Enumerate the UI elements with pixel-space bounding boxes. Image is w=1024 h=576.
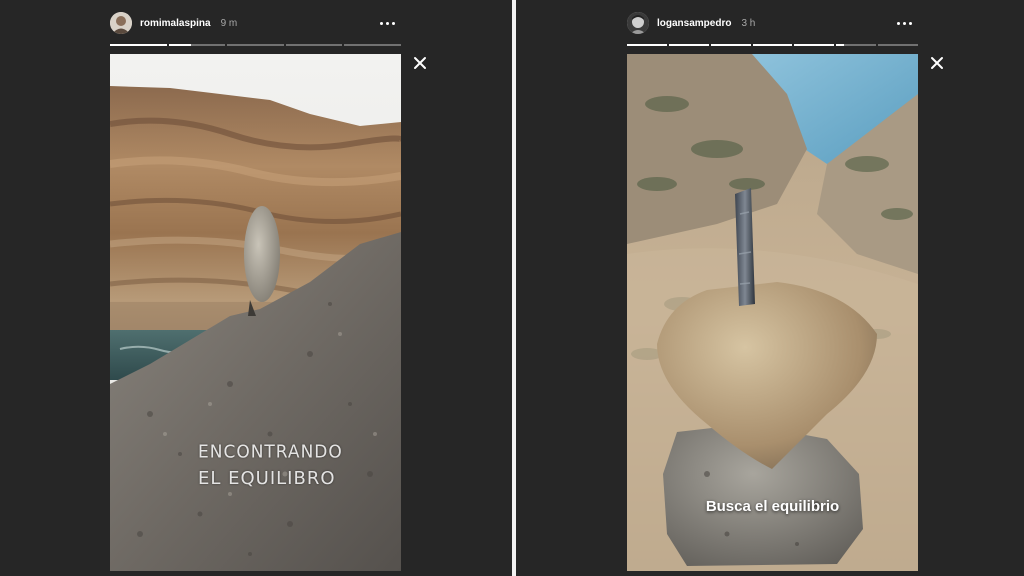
avatar[interactable] — [627, 12, 649, 34]
progress-segment — [668, 44, 709, 46]
story-photo-stone-stack — [627, 54, 918, 571]
close-icon[interactable] — [929, 55, 945, 71]
progress-segment-fill — [794, 44, 835, 46]
progress-segment — [752, 44, 793, 46]
progress-segment — [878, 44, 919, 46]
progress-segment-fill — [836, 44, 845, 46]
story-progress-bar — [627, 44, 919, 46]
timestamp: 9 m — [220, 17, 238, 29]
progress-segment-fill — [627, 44, 667, 46]
more-options-button[interactable] — [895, 14, 913, 32]
progress-segment — [710, 44, 751, 46]
progress-segment — [285, 44, 343, 46]
progress-segment — [227, 44, 284, 46]
story-image[interactable]: Busca el equilibrio — [627, 54, 918, 571]
progress-segment — [794, 44, 835, 46]
avatar[interactable] — [110, 12, 132, 34]
more-dots-icon — [379, 21, 383, 25]
story-image[interactable]: ENCONTRANDO EL EQUILIBRO — [110, 54, 401, 571]
username[interactable]: romimalaspina — [140, 18, 211, 29]
close-icon[interactable] — [412, 55, 428, 71]
progress-segment-fill — [110, 44, 167, 46]
story-header: logansampedro 3 h — [627, 12, 755, 34]
timestamp: 3 h — [741, 17, 756, 29]
progress-segment — [110, 44, 167, 46]
username[interactable]: logansampedro — [657, 18, 731, 29]
story-photo-rock-balance — [110, 54, 401, 571]
story-caption: ENCONTRANDO EL EQUILIBRO — [198, 441, 358, 490]
avatar-icon — [627, 12, 649, 34]
progress-segment-fill — [752, 44, 793, 46]
progress-segment-fill — [668, 44, 709, 46]
progress-segment — [627, 44, 667, 46]
progress-segment — [168, 44, 226, 46]
caption-line-2: EL EQUILIBRO — [198, 468, 336, 489]
progress-segment-fill — [710, 44, 751, 46]
story-panel-right: logansampedro 3 h Busca el equilibrio — [516, 0, 1024, 576]
caption-line-1: ENCONTRANDO — [198, 441, 343, 463]
more-dots-icon — [896, 21, 900, 25]
progress-segment-fill — [168, 44, 192, 46]
story-header: romimalaspina 9 m — [110, 12, 237, 34]
story-progress-bar — [110, 44, 401, 46]
story-caption: Busca el equilibrio — [705, 498, 840, 515]
avatar-icon — [110, 12, 132, 34]
more-options-button[interactable] — [378, 14, 396, 32]
progress-segment — [836, 44, 877, 46]
story-panel-left: romimalaspina 9 m ENCONTRANDO EL EQUILIB… — [0, 0, 512, 576]
progress-segment — [344, 44, 401, 46]
